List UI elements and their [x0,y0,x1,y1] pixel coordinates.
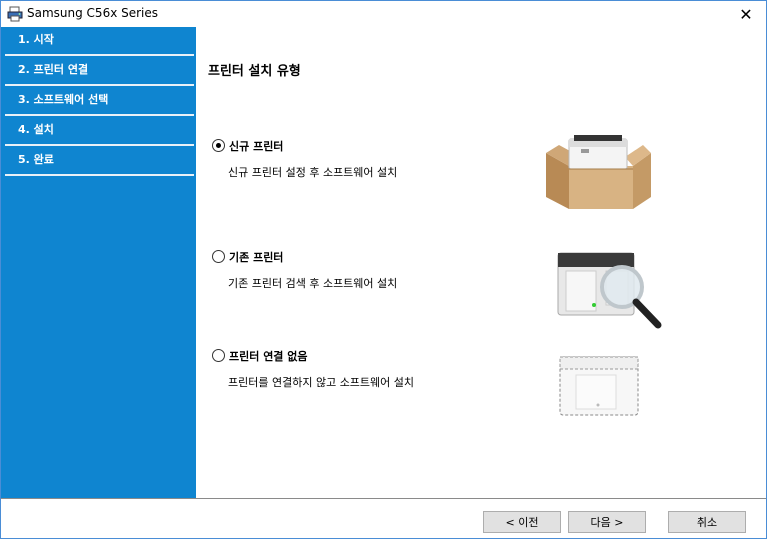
existing-printer-description: 기존 프린터 검색 후 소프트웨어 설치 [228,277,398,290]
new-printer-radio[interactable] [212,139,225,152]
new-printer-label[interactable]: 신규 프린터 [229,138,283,154]
installer-window: Samsung C56x Series ✕ 1. 시작 2. 프린터 연결 3.… [0,0,767,539]
cancel-button[interactable]: 취소 [668,511,746,533]
sidebar-step-software-selection: 3. 소프트웨어 선택 [1,87,196,117]
window-title: Samsung C56x Series [27,6,159,20]
no-printer-label[interactable]: 프린터 연결 없음 [229,348,308,364]
title-bar: Samsung C56x Series ✕ [1,1,766,27]
printer-outline-icon [558,353,642,422]
close-icon: ✕ [739,4,753,24]
next-button[interactable]: 다음 > [568,511,646,533]
step-sidebar: 1. 시작 2. 프린터 연결 3. 소프트웨어 선택 4. 설치 5. 완료 [1,27,196,498]
sidebar-step-install: 4. 설치 [1,117,196,147]
close-button[interactable]: ✕ [726,1,766,27]
printer-in-box-icon [541,133,656,216]
printer-icon [7,6,23,22]
footer-bar: < 이전 다음 > 취소 [1,498,766,538]
page-title: 프린터 설치 유형 [208,64,301,79]
sidebar-step-start: 1. 시작 [1,27,196,57]
existing-printer-label[interactable]: 기존 프린터 [229,249,283,265]
sidebar-step-printer-connection: 2. 프린터 연결 [1,57,196,87]
printer-search-icon [556,247,666,345]
no-printer-radio[interactable] [212,349,225,362]
back-button[interactable]: < 이전 [483,511,561,533]
no-printer-description: 프린터를 연결하지 않고 소프트웨어 설치 [228,376,415,389]
main-content: 프린터 설치 유형 신규 프린터 신규 프린터 설정 후 소프트웨어 설치 기존… [196,27,766,498]
sidebar-step-finish: 5. 완료 [1,147,196,177]
new-printer-description: 신규 프린터 설정 후 소프트웨어 설치 [228,166,398,179]
existing-printer-radio[interactable] [212,250,225,263]
